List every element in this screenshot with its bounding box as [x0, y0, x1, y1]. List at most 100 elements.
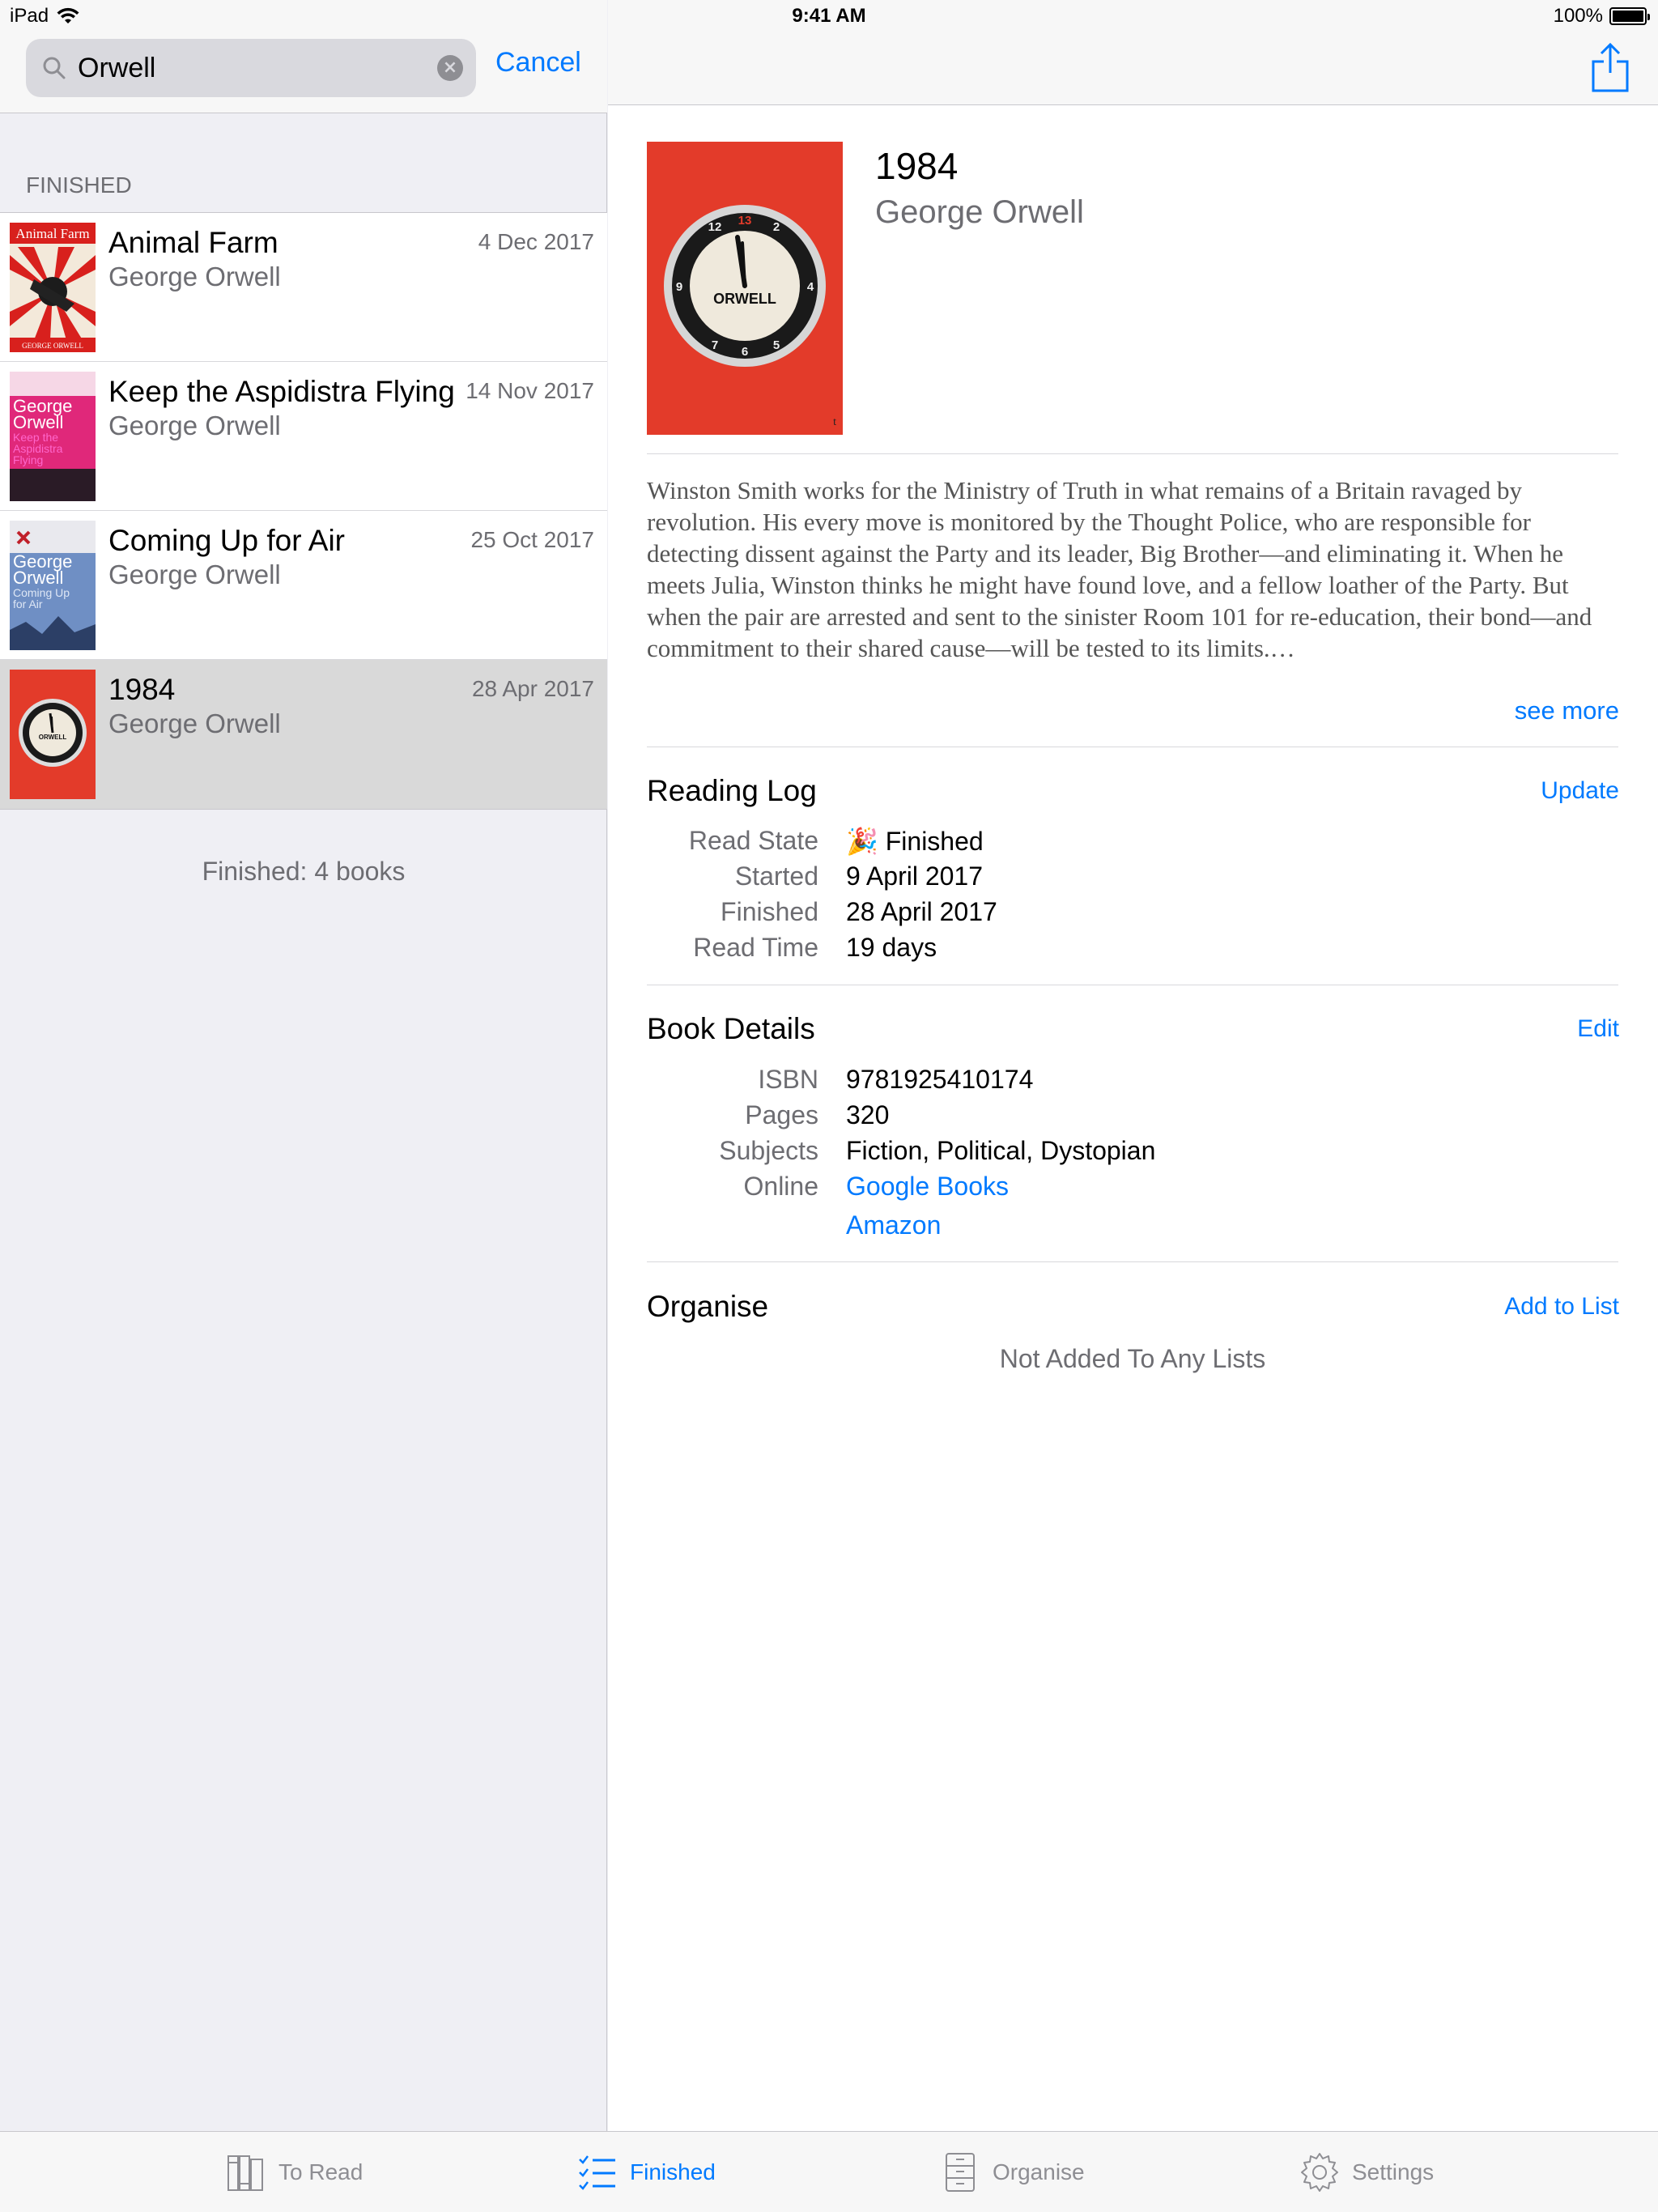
- cover-author-2: Orwell: [13, 568, 63, 588]
- kv-row: Finished 28 April 2017: [647, 897, 1618, 933]
- kv-row: ISBN 9781925410174: [647, 1065, 1618, 1100]
- status-bar: iPad 9:41 AM 100%: [0, 0, 1658, 32]
- kv-value: 🎉 Finished: [846, 827, 984, 856]
- kv-row: Pages 320: [647, 1100, 1618, 1136]
- book-cover: Animal Farm GEORGE ORWELL: [10, 223, 96, 352]
- book-cover: George Orwell Keep the Aspidistra Flying: [10, 372, 96, 501]
- google-books-link[interactable]: Google Books: [846, 1172, 1009, 1202]
- section-header: FINISHED: [26, 172, 132, 198]
- detail-book-cover: 13 6 9 4 12 2 7 5 ORWELL t: [647, 142, 843, 435]
- svg-text:5: 5: [773, 338, 780, 352]
- search-input[interactable]: [78, 52, 418, 84]
- cancel-button[interactable]: Cancel: [495, 47, 581, 79]
- detail-title: 1984: [875, 145, 959, 187]
- kv-row: Read Time 19 days: [647, 933, 1618, 968]
- add-to-list-button[interactable]: Add to List: [1504, 1293, 1619, 1321]
- update-button[interactable]: Update: [1541, 777, 1619, 805]
- book-row-animal-farm[interactable]: Animal Farm GEORGE ORWELL Animal Farm Ge…: [0, 213, 607, 362]
- cover-clock-label: ORWELL: [39, 734, 67, 741]
- tab-bar: To Read Finished Organise Settings: [0, 2131, 1658, 2212]
- tab-label: Finished: [630, 2159, 716, 2184]
- tab-organise[interactable]: Organise: [939, 2132, 1085, 2212]
- battery-percent: 100%: [1553, 5, 1603, 27]
- book-author: George Orwell: [108, 708, 281, 738]
- list-footer-count: Finished: 4 books: [202, 857, 406, 886]
- reading-log-title: Reading Log: [647, 774, 817, 807]
- cover-title-3: Flying: [13, 453, 43, 466]
- book-date: 28 Apr 2017: [471, 676, 594, 701]
- subjects-value: Fiction, Political, Dystopian: [846, 1136, 1156, 1165]
- book-details-title: Book Details: [647, 1012, 815, 1045]
- battery-icon: [1609, 7, 1650, 25]
- svg-text:12: 12: [708, 220, 722, 234]
- kv-key: Pages: [745, 1100, 818, 1129]
- cover-title-2: for Air: [13, 598, 43, 610]
- organise-title: Organise: [647, 1290, 769, 1323]
- kv-value: 19 days: [846, 933, 937, 962]
- books-icon: [227, 2155, 263, 2191]
- book-cover: George Orwell Coming Up for Air: [10, 521, 96, 650]
- svg-text:t: t: [833, 416, 836, 428]
- divider: [647, 453, 1618, 454]
- book-cover: ORWELL: [10, 670, 96, 799]
- kv-key: Read State: [688, 826, 818, 855]
- detail-author: George Orwell: [875, 194, 1084, 230]
- svg-text:9: 9: [676, 280, 682, 294]
- book-author: George Orwell: [108, 410, 281, 440]
- book-title: Coming Up for Air: [108, 524, 345, 557]
- kv-key: Finished: [721, 897, 818, 926]
- status-right: 100%: [1553, 5, 1650, 28]
- kv-row: Started 9 April 2017: [647, 861, 1618, 897]
- cover-title: Animal Farm: [15, 226, 89, 241]
- tab-settings[interactable]: Settings: [1299, 2132, 1434, 2212]
- kv-row: Online Google Books: [647, 1172, 1618, 1207]
- book-description: Winston Smith works for the Ministry of …: [647, 476, 1592, 662]
- book-author: George Orwell: [108, 262, 281, 291]
- checklist-icon: [579, 2155, 615, 2190]
- kv-key: Subjects: [719, 1136, 818, 1165]
- book-row-coming-up-for-air[interactable]: George Orwell Coming Up for Air Coming U…: [0, 511, 607, 660]
- kv-key: Started: [734, 861, 818, 891]
- book-list: Animal Farm GEORGE ORWELL Animal Farm Ge…: [0, 212, 607, 810]
- search-icon: [43, 57, 66, 79]
- cover-author: GEORGE ORWELL: [22, 342, 83, 350]
- book-title: Animal Farm: [108, 226, 278, 259]
- book-title: 1984: [108, 673, 176, 706]
- kv-key: ISBN: [758, 1065, 818, 1094]
- svg-text:7: 7: [712, 338, 718, 352]
- tab-finished[interactable]: Finished: [576, 2132, 716, 2212]
- book-author: George Orwell: [108, 559, 281, 589]
- kv-key: Online: [743, 1172, 819, 1201]
- svg-text:13: 13: [738, 214, 752, 228]
- gear-icon: [1301, 2153, 1338, 2192]
- status-time: 9:41 AM: [792, 5, 866, 27]
- isbn-value: 9781925410174: [846, 1065, 1034, 1094]
- cover-author-2: Orwell: [13, 412, 63, 432]
- tab-to-read[interactable]: To Read: [225, 2132, 363, 2212]
- kv-value: 9 April 2017: [846, 861, 984, 891]
- kv-row: Read State 🎉 Finished: [647, 826, 1618, 861]
- share-icon[interactable]: [1590, 42, 1630, 92]
- tab-label: Settings: [1352, 2159, 1435, 2184]
- svg-text:2: 2: [773, 220, 780, 234]
- kv-row: Subjects Fiction, Political, Dystopian: [647, 1136, 1618, 1172]
- tab-label: To Read: [278, 2159, 363, 2184]
- kv-key: Read Time: [693, 933, 818, 962]
- clear-search-icon[interactable]: ×: [437, 55, 463, 81]
- search-field[interactable]: ×: [26, 39, 476, 97]
- book-title: Keep the Aspidistra Flying: [108, 375, 455, 408]
- divider: [647, 1261, 1618, 1262]
- kv-value: 28 April 2017: [846, 897, 997, 926]
- book-row-aspidistra[interactable]: George Orwell Keep the Aspidistra Flying…: [0, 362, 607, 511]
- cabinet-icon: [946, 2153, 975, 2192]
- book-row-1984[interactable]: ORWELL 1984 George Orwell 28 Apr 2017: [0, 660, 607, 809]
- svg-text:4: 4: [807, 280, 814, 294]
- amazon-link[interactable]: Amazon: [846, 1210, 941, 1240]
- svg-text:6: 6: [742, 345, 748, 359]
- kv-row: Amazon: [647, 1210, 1618, 1246]
- book-date: 14 Nov 2017: [466, 378, 594, 403]
- master-panel: × Cancel FINISHED Animal Farm GEORGE ORW…: [0, 0, 607, 2131]
- edit-button[interactable]: Edit: [1577, 1015, 1619, 1043]
- book-date: 25 Oct 2017: [470, 527, 594, 552]
- see-more-link[interactable]: see more: [1515, 696, 1619, 725]
